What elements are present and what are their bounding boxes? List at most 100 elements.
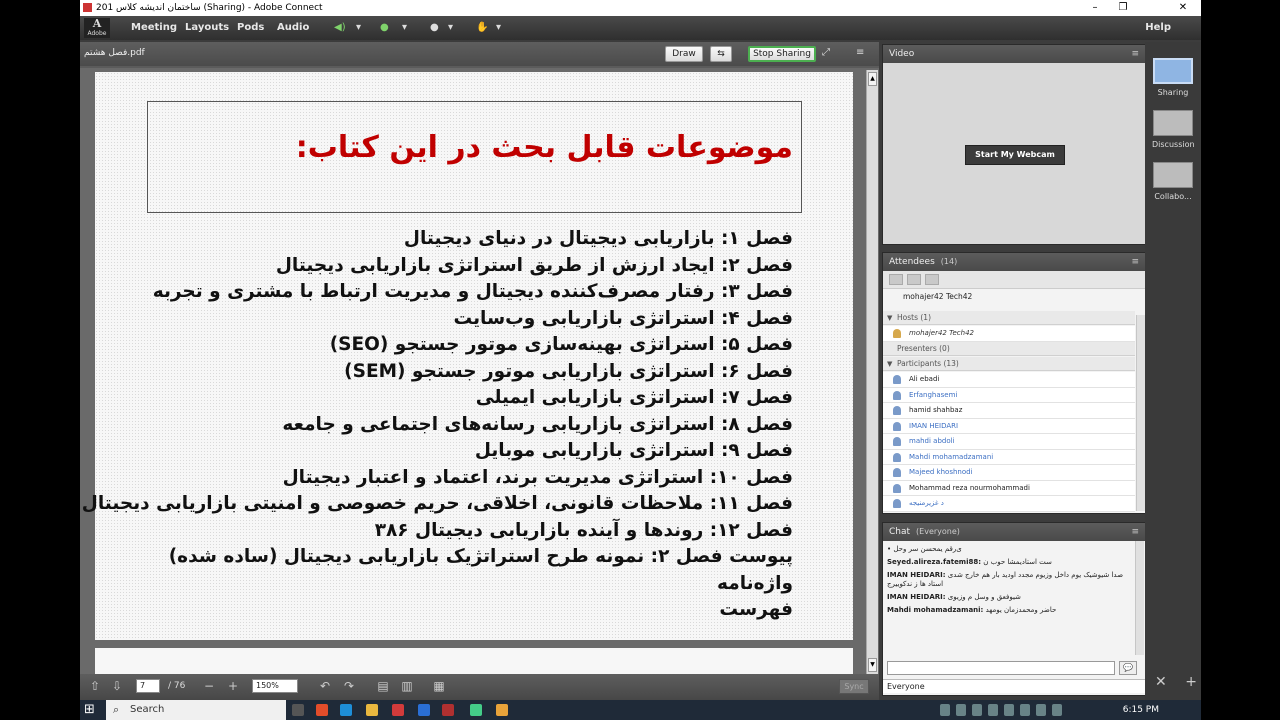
close-button[interactable]: ✕	[1168, 0, 1198, 16]
tray-icon[interactable]	[1020, 704, 1030, 716]
file-explorer-icon[interactable]	[366, 704, 378, 716]
hosts-group[interactable]: ▼ Hosts (1)	[883, 311, 1135, 325]
collapse-icon: ▼	[887, 360, 893, 368]
presenters-group[interactable]: Presenters (0)	[883, 342, 1135, 356]
speaker-dropdown-icon[interactable]: ▾	[356, 20, 361, 36]
sync-screen-icon[interactable]: ⇆	[710, 46, 732, 62]
adobe-logo: A Adobe	[84, 18, 110, 38]
start-webcam-button[interactable]: Start My Webcam	[965, 145, 1065, 165]
previous-page-icon[interactable]: ⇧	[88, 679, 102, 693]
pdf-reader-icon[interactable]	[392, 704, 404, 716]
video-pod-menu-icon[interactable]: ≡	[1131, 45, 1139, 63]
layout-discussion[interactable]: Discussion	[1152, 110, 1195, 149]
tray-icon[interactable]	[940, 704, 950, 716]
tray-icon[interactable]	[956, 704, 966, 716]
menu-audio[interactable]: Audio	[277, 16, 309, 40]
participant-row[interactable]: د غزیرمنیجه	[883, 496, 1135, 512]
network-icon[interactable]	[1036, 704, 1046, 716]
chapter-item: واژه‌نامه	[717, 572, 793, 594]
rotate-left-icon[interactable]: ↶	[318, 679, 332, 693]
participant-row[interactable]: Mohammad reza nourmohammadi	[883, 480, 1135, 496]
attendees-pod-menu-icon[interactable]: ≡	[1131, 253, 1139, 271]
raise-hand-icon[interactable]: ✋	[476, 20, 488, 36]
chat-scrollbar[interactable]	[1135, 541, 1144, 655]
participant-icon	[893, 468, 901, 477]
fit-width-icon[interactable]: ▥	[400, 679, 414, 693]
participant-row[interactable]: Ali ebadi	[883, 372, 1135, 388]
chat-pod: Chat (Everyone) ≡ • ی‌رقم یمحسن سر وحل Se…	[882, 522, 1146, 696]
chapter-item: فصل ۳: رفتار مصرف‌کننده دیجیتال و مدیریت…	[152, 281, 793, 302]
windows-taskbar: ⊞ ⌕ Search 6:15 PM	[80, 700, 1201, 720]
add-layout-icon[interactable]: +	[1185, 674, 1197, 690]
scroll-down-icon[interactable]: ▼	[868, 658, 877, 672]
edge-icon[interactable]	[340, 704, 352, 716]
next-page-icon[interactable]: ⇩	[110, 679, 124, 693]
webcam-dropdown-icon[interactable]: ▾	[448, 20, 453, 36]
menu-pods[interactable]: Pods	[237, 16, 264, 40]
stop-sharing-button[interactable]: Stop Sharing	[748, 46, 816, 62]
participant-row[interactable]: mahdi abdoli	[883, 434, 1135, 450]
firefox-icon[interactable]	[316, 704, 328, 716]
status-view-icon[interactable]	[907, 274, 921, 285]
share-pod: فصل هشتم.pdf Draw ⇆ Stop Sharing ⤢ ≡ موض…	[80, 42, 879, 700]
webcam-icon[interactable]: ●	[430, 20, 439, 36]
status-dropdown-icon[interactable]: ▾	[496, 20, 501, 36]
excel-icon[interactable]	[470, 704, 482, 716]
microphone-dropdown-icon[interactable]: ▾	[402, 20, 407, 36]
taskbar-clock[interactable]: 6:15 PM	[1123, 700, 1159, 720]
participant-row[interactable]: Mahdi mohamadzamani	[883, 449, 1135, 465]
speaker-icon[interactable]: ◀)	[334, 20, 346, 36]
send-message-icon[interactable]: 💬	[1119, 661, 1137, 675]
participant-row[interactable]: IMAN HEIDARI	[883, 418, 1135, 434]
tray-icon[interactable]	[1004, 704, 1014, 716]
volume-icon[interactable]	[1052, 704, 1062, 716]
telegram-icon[interactable]	[418, 704, 430, 716]
document-scrollbar[interactable]: ▲ ▼	[866, 70, 878, 674]
zoom-out-icon[interactable]: −	[202, 679, 216, 693]
microphone-icon[interactable]: ●	[380, 20, 389, 36]
menu-layouts[interactable]: Layouts	[185, 16, 229, 40]
layout-collaboration[interactable]: Collabo...	[1152, 162, 1194, 201]
tray-icon[interactable]	[988, 704, 998, 716]
rotate-right-icon[interactable]: ↷	[342, 679, 356, 693]
minimize-button[interactable]: –	[1080, 0, 1110, 16]
participants-group[interactable]: ▼ Participants (13)	[883, 357, 1135, 371]
participant-row[interactable]: Majeed khoshnodi	[883, 465, 1135, 481]
participant-row[interactable]: Erfanghasemi	[883, 387, 1135, 403]
grid-view-icon[interactable]: ▦	[432, 679, 446, 693]
fit-page-icon[interactable]: ▤	[376, 679, 390, 693]
tray-icon[interactable]	[972, 704, 982, 716]
maximize-button[interactable]: ❐	[1108, 0, 1138, 16]
windows-start-icon[interactable]: ⊞	[84, 703, 98, 717]
host-row[interactable]: mohajer42 Tech42	[883, 326, 1135, 342]
zoom-in-icon[interactable]: +	[226, 679, 240, 693]
layout-sharing[interactable]: Sharing	[1152, 58, 1194, 97]
breakout-view-icon[interactable]	[925, 274, 939, 285]
scroll-up-icon[interactable]: ▲	[868, 72, 877, 86]
participant-row[interactable]: hamid shahbaz	[883, 403, 1135, 419]
chat-messages: • ی‌رقم یمحسن سر وحل Seyed.alireza.fatem…	[887, 545, 1133, 655]
fullscreen-icon[interactable]: ⤢	[822, 47, 836, 59]
zoom-select[interactable]: 150%	[252, 679, 298, 693]
draw-button[interactable]: Draw	[665, 46, 703, 62]
chat-input[interactable]	[887, 661, 1115, 675]
menu-help[interactable]: Help	[1145, 16, 1171, 40]
chat-recipient-tab[interactable]: Everyone	[883, 679, 1145, 693]
video-pod-title: Video	[889, 49, 915, 59]
delete-layout-icon[interactable]: ✕	[1155, 674, 1167, 690]
sync-button[interactable]: Sync	[839, 679, 869, 694]
document-navigation-bar: ⇧ ⇩ 7 / 76 − + 150% ↶ ↷ ▤ ▥ ▦ Sync	[80, 674, 879, 700]
pod-menu-icon[interactable]: ≡	[856, 47, 870, 59]
chat-pod-menu-icon[interactable]: ≡	[1131, 523, 1139, 541]
adobe-app-icon[interactable]	[442, 704, 454, 716]
attendees-scrollbar[interactable]	[1136, 315, 1145, 511]
list-view-icon[interactable]	[889, 274, 903, 285]
task-view-icon[interactable]	[292, 704, 304, 716]
taskbar-search[interactable]: ⌕ Search	[106, 700, 286, 720]
taskbar-app-icon[interactable]	[496, 704, 508, 716]
menu-meeting[interactable]: Meeting	[131, 16, 177, 40]
current-user: mohajer42 Tech42	[883, 290, 1145, 304]
page-number-input[interactable]: 7	[136, 679, 160, 693]
total-pages: / 76	[168, 681, 186, 691]
document-viewer[interactable]: موضوعات قابل بحث در این کتاب: فصل ۱: باز…	[80, 68, 879, 674]
